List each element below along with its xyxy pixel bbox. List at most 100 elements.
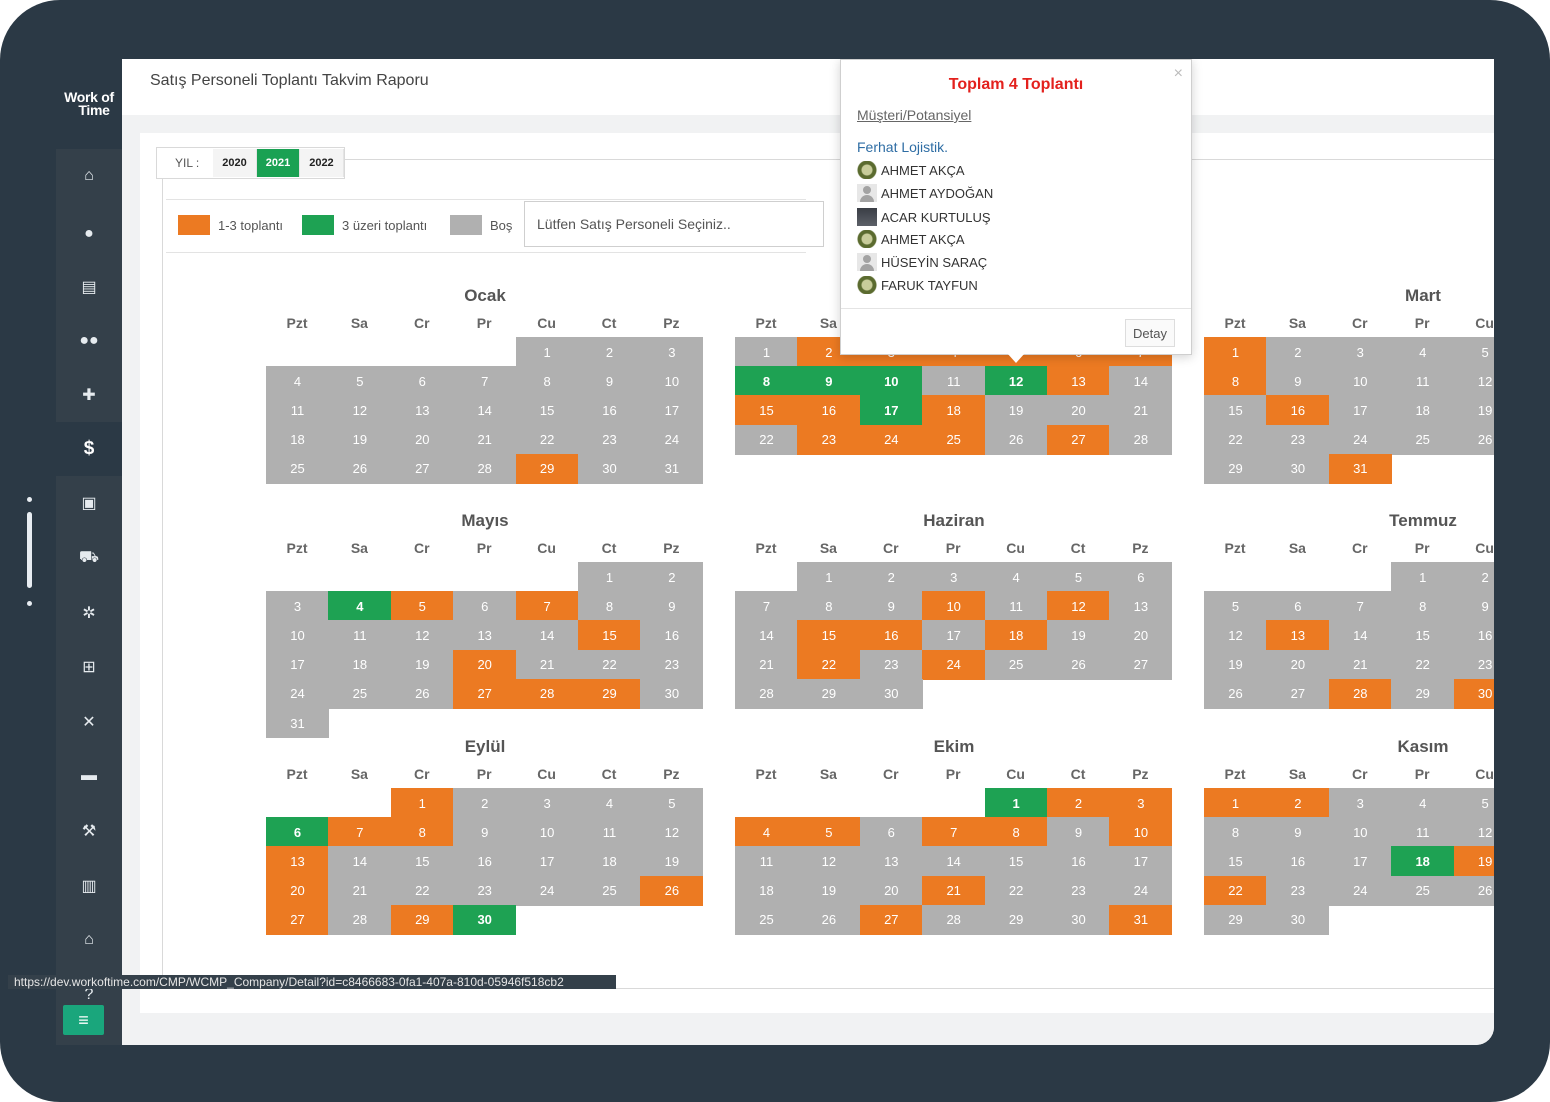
- calendar-day[interactable]: 19: [984, 395, 1048, 426]
- calendar-day[interactable]: 31: [1328, 453, 1392, 484]
- calendar-day[interactable]: 18: [578, 846, 641, 877]
- logo[interactable]: Work of Time: [56, 59, 122, 149]
- calendar-day[interactable]: 25: [984, 649, 1048, 680]
- calendar-day[interactable]: 21: [1328, 649, 1392, 680]
- calendar-day[interactable]: 2: [453, 788, 517, 818]
- nav-item-home[interactable]: ⌂: [56, 149, 122, 203]
- calendar-day[interactable]: 4: [1391, 788, 1455, 818]
- year-button-2022[interactable]: 2022: [300, 149, 344, 177]
- calendar-day[interactable]: 23: [1266, 424, 1330, 455]
- calendar-day[interactable]: 8: [984, 817, 1048, 848]
- calendar-day[interactable]: 11: [735, 846, 798, 877]
- calendar-day[interactable]: 19: [1453, 846, 1494, 877]
- calendar-day[interactable]: 15: [1391, 620, 1455, 651]
- calendar-day[interactable]: 9: [1453, 591, 1494, 622]
- calendar-day[interactable]: 26: [1047, 649, 1110, 680]
- calendar-day[interactable]: 26: [1453, 875, 1494, 906]
- calendar-day[interactable]: 14: [922, 846, 986, 877]
- calendar-day[interactable]: 29: [390, 904, 454, 935]
- calendar-day[interactable]: 11: [1391, 366, 1455, 397]
- calendar-day[interactable]: 10: [266, 620, 329, 651]
- calendar-day[interactable]: 23: [453, 875, 517, 906]
- calendar-day[interactable]: 11: [328, 620, 392, 651]
- calendar-day[interactable]: 19: [797, 875, 861, 906]
- calendar-day[interactable]: 22: [1391, 649, 1455, 680]
- calendar-day[interactable]: 9: [1266, 817, 1330, 848]
- calendar-day[interactable]: 15: [797, 620, 861, 651]
- calendar-day[interactable]: 19: [1453, 395, 1494, 426]
- calendar-day[interactable]: 5: [390, 591, 454, 622]
- calendar-day[interactable]: 26: [1453, 424, 1494, 455]
- calendar-day[interactable]: 9: [797, 366, 861, 397]
- nav-item-building[interactable]: ▤: [56, 260, 122, 314]
- calendar-day[interactable]: 18: [328, 649, 392, 680]
- participant-item[interactable]: AHMET AKÇA: [857, 159, 965, 181]
- calendar-day[interactable]: 25: [1391, 875, 1455, 906]
- sales-staff-select[interactable]: Lütfen Satış Personeli Seçiniz..: [524, 201, 824, 247]
- calendar-day[interactable]: 22: [515, 424, 579, 455]
- calendar-day[interactable]: 12: [1047, 591, 1110, 622]
- calendar-day[interactable]: 15: [578, 620, 641, 651]
- calendar-day[interactable]: 9: [1047, 817, 1110, 848]
- calendar-day[interactable]: 13: [1266, 620, 1330, 651]
- calendar-day[interactable]: 30: [640, 678, 704, 709]
- calendar-day[interactable]: 6: [390, 366, 454, 397]
- participant-item[interactable]: AHMET AKÇA: [857, 228, 965, 250]
- year-button-2020[interactable]: 2020: [213, 149, 257, 177]
- calendar-day[interactable]: 12: [797, 846, 861, 877]
- calendar-day[interactable]: 30: [1453, 678, 1494, 709]
- calendar-day[interactable]: 30: [859, 678, 923, 709]
- calendar-day[interactable]: 11: [578, 817, 641, 848]
- nav-item-cart[interactable]: ⛟: [56, 531, 122, 585]
- calendar-day[interactable]: 22: [1204, 875, 1267, 906]
- calendar-day[interactable]: 8: [390, 817, 454, 848]
- calendar-day[interactable]: 13: [453, 620, 517, 651]
- nav-item-users[interactable]: ●●: [56, 314, 122, 368]
- calendar-day[interactable]: 12: [1453, 366, 1494, 397]
- calendar-day[interactable]: 31: [1109, 904, 1173, 935]
- calendar-day[interactable]: 12: [984, 366, 1048, 397]
- calendar-day[interactable]: 30: [578, 453, 641, 484]
- calendar-day[interactable]: 6: [1109, 562, 1173, 592]
- calendar-day[interactable]: 18: [922, 395, 986, 426]
- calendar-day[interactable]: 23: [1266, 875, 1330, 906]
- calendar-day[interactable]: 27: [1047, 424, 1110, 455]
- popover-category[interactable]: Müşteri/Potansiyel: [857, 107, 971, 123]
- calendar-day[interactable]: 15: [984, 846, 1048, 877]
- calendar-day[interactable]: 17: [1109, 846, 1173, 877]
- calendar-day[interactable]: 27: [453, 678, 517, 709]
- calendar-day[interactable]: 14: [1328, 620, 1392, 651]
- calendar-day[interactable]: 24: [922, 649, 986, 680]
- calendar-day[interactable]: 29: [984, 904, 1048, 935]
- calendar-day[interactable]: 20: [1266, 649, 1330, 680]
- calendar-day[interactable]: 7: [1328, 591, 1392, 622]
- calendar-day[interactable]: 20: [390, 424, 454, 455]
- calendar-day[interactable]: 7: [453, 366, 517, 397]
- calendar-day[interactable]: 10: [640, 366, 704, 397]
- calendar-day[interactable]: 19: [328, 424, 392, 455]
- calendar-day[interactable]: 1: [1391, 562, 1455, 592]
- calendar-day[interactable]: 4: [1391, 337, 1455, 367]
- calendar-day[interactable]: 18: [735, 875, 798, 906]
- calendar-day[interactable]: 1: [735, 337, 798, 367]
- calendar-day[interactable]: 3: [1109, 788, 1173, 818]
- calendar-day[interactable]: 3: [640, 337, 704, 367]
- calendar-day[interactable]: 2: [1047, 788, 1110, 818]
- calendar-day[interactable]: 15: [390, 846, 454, 877]
- calendar-day[interactable]: 19: [1047, 620, 1110, 651]
- calendar-day[interactable]: 17: [922, 620, 986, 651]
- nav-item-tools[interactable]: ✕: [56, 695, 122, 749]
- calendar-day[interactable]: 30: [1266, 904, 1330, 935]
- calendar-day[interactable]: 15: [1204, 395, 1267, 426]
- calendar-day[interactable]: 4: [266, 366, 329, 397]
- calendar-day[interactable]: 22: [984, 875, 1048, 906]
- calendar-day[interactable]: 2: [578, 337, 641, 367]
- calendar-day[interactable]: 11: [1391, 817, 1455, 848]
- calendar-day[interactable]: 10: [515, 817, 579, 848]
- calendar-day[interactable]: 21: [328, 875, 392, 906]
- nav-item-medkit[interactable]: ✚: [56, 368, 122, 422]
- calendar-day[interactable]: 1: [1204, 337, 1267, 367]
- calendar-day[interactable]: 8: [1204, 366, 1267, 397]
- calendar-day[interactable]: 14: [1109, 366, 1173, 397]
- calendar-day[interactable]: 6: [1266, 591, 1330, 622]
